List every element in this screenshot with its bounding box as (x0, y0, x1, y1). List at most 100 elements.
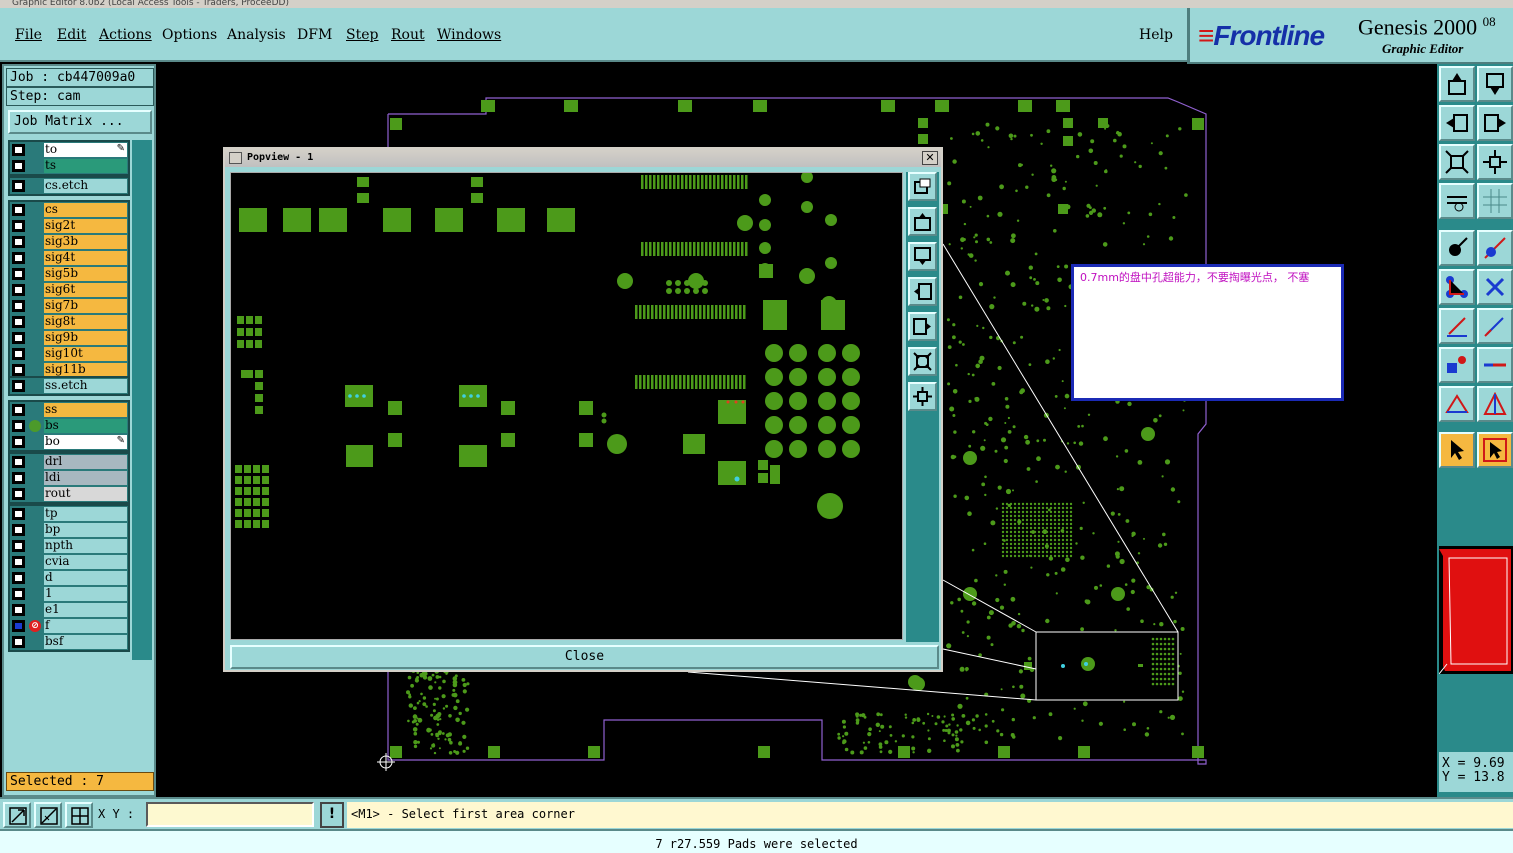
layer-row[interactable]: npth (10, 538, 128, 554)
select-area-button[interactable] (1477, 432, 1513, 468)
layer-row[interactable]: sig6t (10, 282, 128, 298)
layer-checkbox[interactable] (12, 380, 25, 392)
measure-distance-button[interactable] (34, 802, 62, 828)
warning-button[interactable]: ! (320, 802, 344, 828)
zoom-extent-button[interactable] (3, 802, 31, 828)
menu-file[interactable]: File (15, 27, 42, 43)
menu-actions[interactable]: Actions (99, 27, 152, 43)
layer-row[interactable]: sig9b (10, 330, 128, 346)
pan-down-button[interactable] (908, 242, 937, 271)
layer-checkbox[interactable] (12, 144, 25, 156)
job-matrix-button[interactable]: Job Matrix ... (8, 110, 152, 134)
pan-right-button[interactable] (1477, 105, 1513, 141)
zoom-in-button[interactable] (1439, 144, 1475, 180)
menu-analysis[interactable]: Analysis (227, 27, 286, 43)
menu-options[interactable]: Options (162, 27, 217, 43)
layer-checkbox[interactable] (12, 472, 25, 484)
layer-checkbox[interactable] (12, 220, 25, 232)
layer-row[interactable]: tp (10, 506, 128, 522)
zoom-out-button[interactable] (908, 382, 937, 411)
layer-checkbox[interactable] (12, 436, 25, 448)
menu-edit[interactable]: Edit (57, 27, 86, 43)
zoom-home-button[interactable] (908, 172, 937, 201)
popview-canvas[interactable] (230, 172, 903, 640)
layer-row[interactable]: sig8t (10, 314, 128, 330)
layer-checkbox[interactable] (12, 556, 25, 568)
layer-row[interactable]: ldi (10, 470, 128, 486)
layer-row[interactable]: drl (10, 454, 128, 470)
layer-row[interactable]: ss.etch (10, 378, 128, 394)
zoom-in-button[interactable] (908, 347, 937, 376)
layer-checkbox[interactable] (12, 268, 25, 280)
layer-checkbox[interactable] (12, 508, 25, 520)
layer-checkbox[interactable] (12, 300, 25, 312)
layer-checkbox[interactable] (12, 160, 25, 172)
add-line-button[interactable] (1439, 308, 1475, 344)
layer-checkbox[interactable] (12, 524, 25, 536)
grid-snap-button[interactable] (65, 802, 93, 828)
menu-step[interactable]: Step (346, 27, 378, 43)
popview-titlebar[interactable]: Popview - 1 (225, 149, 941, 167)
layer-row[interactable]: sig3b (10, 234, 128, 250)
layer-checkbox[interactable] (12, 636, 25, 648)
layer-checkbox[interactable] (12, 488, 25, 500)
layer-row[interactable]: d (10, 570, 128, 586)
board-minimap[interactable] (1438, 546, 1513, 675)
layer-row[interactable]: rout (10, 486, 128, 502)
cross-button[interactable] (1477, 269, 1513, 305)
popview-close-button[interactable]: Close (230, 645, 939, 669)
layer-checkbox[interactable] (12, 204, 25, 216)
layer-row[interactable]: bs (10, 418, 128, 434)
menu-help[interactable]: Help (1139, 27, 1173, 43)
annotation-note[interactable]: 0.7mm的盘中孔超能力，不要掏曝光点， 不塞 (1071, 264, 1344, 401)
layer-row[interactable]: bo ✎ (10, 434, 128, 450)
snap-button[interactable] (1439, 347, 1475, 383)
layer-checkbox[interactable] (12, 620, 25, 632)
layer-checkbox[interactable] (12, 316, 25, 328)
add-surface-button[interactable] (1439, 386, 1475, 422)
layer-row[interactable]: sig7b (10, 298, 128, 314)
xy-coordinate-input[interactable] (146, 802, 314, 827)
layer-checkbox[interactable] (12, 404, 25, 416)
layer-row[interactable]: ss (10, 402, 128, 418)
layer-row[interactable]: e1 (10, 602, 128, 618)
layer-checkbox[interactable] (12, 456, 25, 468)
layer-checkbox[interactable] (12, 364, 25, 376)
layer-row[interactable]: cs.etch (10, 178, 128, 194)
layer-scrollbar[interactable] (132, 140, 152, 660)
pan-left-button[interactable] (908, 277, 937, 306)
layer-row[interactable]: sig2t (10, 218, 128, 234)
layer-row[interactable]: cvia (10, 554, 128, 570)
layer-row[interactable]: 1 (10, 586, 128, 602)
layer-row[interactable]: sig5b (10, 266, 128, 282)
pan-up-button[interactable] (908, 207, 937, 236)
pan-right-button[interactable] (908, 312, 937, 341)
layer-checkbox[interactable] (12, 604, 25, 616)
layer-row[interactable]: bsf (10, 634, 128, 650)
no-display-icon[interactable]: ⊘ (29, 620, 41, 632)
menu-rout[interactable]: Rout (391, 27, 425, 43)
layer-row[interactable]: bp (10, 522, 128, 538)
layer-checkbox[interactable] (12, 332, 25, 344)
layer-checkbox[interactable] (12, 180, 25, 192)
layer-checkbox[interactable] (12, 588, 25, 600)
add-pad-button[interactable] (1439, 230, 1475, 266)
zoom-out-button[interactable] (1477, 144, 1513, 180)
edit-surface-button[interactable] (1477, 386, 1513, 422)
menu-dfm[interactable]: DFM (297, 27, 332, 43)
layer-row[interactable]: sig10t (10, 346, 128, 362)
menu-windows[interactable]: Windows (437, 27, 501, 43)
split-line-button[interactable] (1477, 347, 1513, 383)
layer-checkbox[interactable] (12, 236, 25, 248)
delete-feature-button[interactable] (1477, 230, 1513, 266)
window-menu-icon[interactable] (229, 152, 242, 164)
close-icon[interactable]: ✕ (922, 151, 938, 165)
popview-drawing[interactable] (231, 173, 903, 640)
select-button[interactable] (1439, 432, 1475, 468)
minimap-view[interactable] (1438, 546, 1513, 675)
layer-checkbox[interactable] (12, 284, 25, 296)
move-feature-button[interactable] (1439, 269, 1475, 305)
edit-line-button[interactable] (1477, 308, 1513, 344)
layer-checkbox[interactable] (12, 540, 25, 552)
pan-up-button[interactable] (1439, 66, 1475, 102)
